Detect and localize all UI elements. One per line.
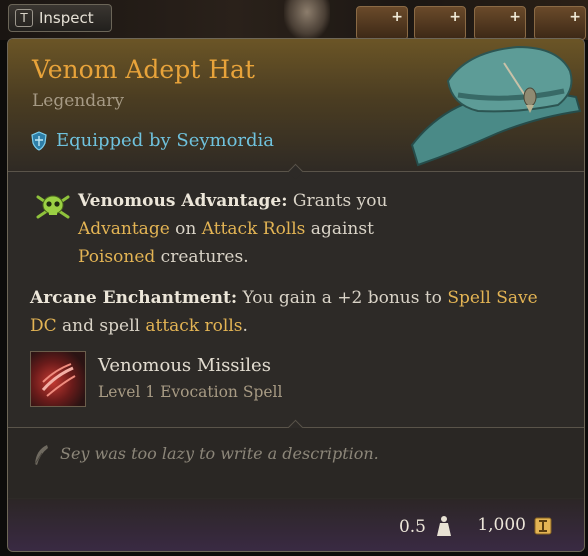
skull-crossbones-icon: [36, 195, 70, 219]
inspect-label: Inspect: [39, 9, 94, 27]
description-area: [8, 428, 584, 498]
inspect-button[interactable]: T Inspect: [8, 4, 112, 32]
arcane-enchantment-text: Arcane Enchantment: You gain a +2 bonus …: [30, 288, 538, 336]
gold-coin-icon: [534, 517, 552, 535]
weight-icon: [437, 516, 451, 536]
item-rarity: Legendary: [32, 91, 124, 111]
inventory-slot[interactable]: +: [534, 6, 586, 40]
attack-rolls-link[interactable]: attack rolls: [145, 316, 242, 336]
hat-icon: [410, 45, 582, 167]
shield-icon: [31, 130, 47, 151]
poisoned-link[interactable]: Poisoned: [78, 247, 155, 267]
plus-icon: +: [569, 9, 581, 25]
item-tooltip: Venom Adept Hat Legendary Equipped by Se…: [7, 38, 585, 552]
item-value: 1,000: [477, 515, 526, 535]
spell-level: Level 1 Evocation Spell: [98, 383, 283, 401]
inventory-slot[interactable]: +: [414, 6, 466, 40]
quill-icon: [34, 445, 48, 465]
item-weight: 0.5: [398, 517, 426, 537]
spell-name: Venomous Missiles: [98, 355, 271, 376]
equipped-by: Equipped by Seymordia: [30, 130, 274, 151]
item-description: Sey was too lazy to write a description.: [60, 444, 379, 463]
inspect-key-hint: T: [15, 9, 33, 27]
plus-icon: +: [391, 9, 403, 25]
item-name: Venom Adept Hat: [32, 55, 255, 84]
character-figure: [284, 0, 330, 40]
plus-icon: +: [509, 9, 521, 25]
equipped-by-label: Equipped by Seymordia: [56, 130, 275, 151]
inventory-slot[interactable]: +: [356, 6, 408, 40]
spell-save-link[interactable]: Spell Save: [447, 288, 537, 308]
inventory-slot[interactable]: +: [474, 6, 526, 40]
magic-missile-icon[interactable]: [30, 351, 86, 407]
venomous-advantage-text: Venomous Advantage: Grants you Advantage …: [78, 191, 388, 267]
magic-missile-glyph: [41, 363, 76, 397]
plus-icon: +: [449, 9, 461, 25]
advantage-link[interactable]: Advantage: [78, 219, 170, 239]
spell-save-dc-link[interactable]: DC: [30, 316, 57, 336]
attack-rolls-link[interactable]: Attack Rolls: [202, 219, 306, 239]
